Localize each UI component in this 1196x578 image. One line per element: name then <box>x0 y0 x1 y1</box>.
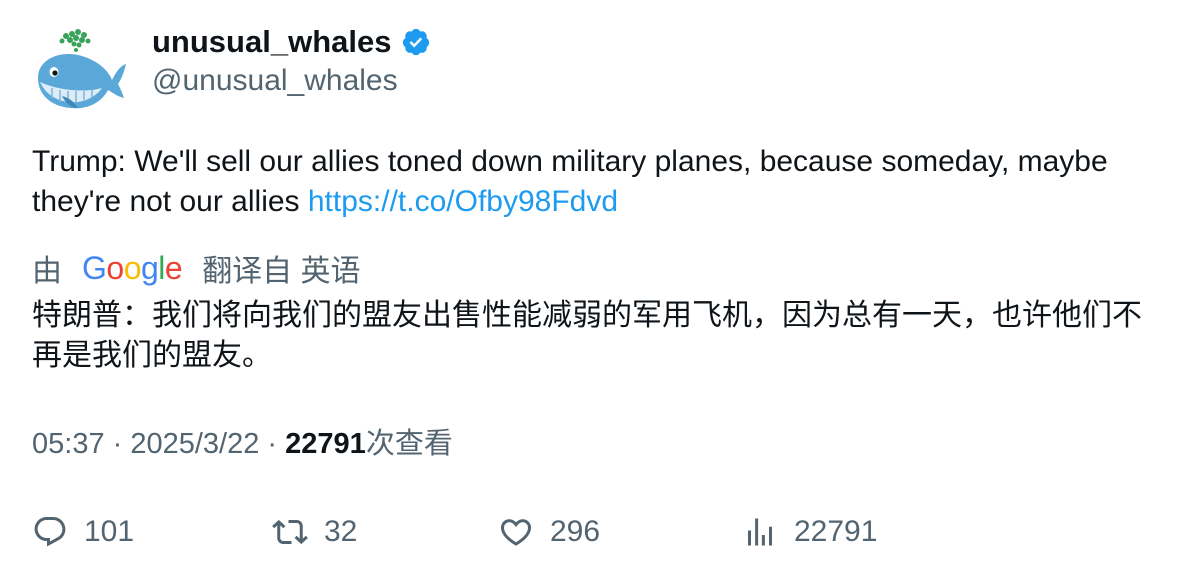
analytics-icon <box>748 518 772 546</box>
translated-text: 特朗普：我们将向我们的盟友出售性能减弱的军用飞机，因为总有一天，也许他们不再是我… <box>32 299 1142 372</box>
author-name-row[interactable]: unusual_whales <box>152 22 431 62</box>
reply-count: 101 <box>84 515 135 548</box>
meta-separator: · <box>259 428 286 460</box>
whale-avatar-icon[interactable] <box>32 26 128 114</box>
author-display-name[interactable]: unusual_whales <box>152 22 391 62</box>
translation-suffix: 翻译自 英语 <box>202 255 361 288</box>
views-label: 次查看 <box>365 428 453 460</box>
views-action-count: 22791 <box>794 515 878 548</box>
google-logo[interactable]: Google <box>82 250 183 287</box>
tweet-date[interactable]: 2025/3/22 <box>130 428 259 460</box>
tweet-time[interactable]: 05:37 <box>32 428 105 460</box>
reply-button[interactable]: 101 <box>32 510 134 554</box>
views-count: 22791 <box>285 428 366 460</box>
tweet-card: unusual_whales @unusual_whales Trump: We… <box>0 0 1196 578</box>
meta-separator: · <box>104 428 131 460</box>
like-count: 296 <box>550 515 601 548</box>
retweet-icon <box>272 519 308 545</box>
translation-attribution: 由 Google 翻译自 英语 <box>32 246 361 290</box>
retweet-button[interactable]: 32 <box>272 510 357 554</box>
tweet-text: Trump: We'll sell our allies toned down … <box>32 142 1162 222</box>
tweet-link[interactable]: https://t.co/Ofby98Fdvd <box>308 185 618 218</box>
tweet-meta: 05:37 · 2025/3/22 · 22791次查看 <box>32 424 453 464</box>
heart-icon <box>500 519 532 546</box>
views-button[interactable]: 22791 <box>742 510 877 554</box>
author-handle[interactable]: @unusual_whales <box>152 62 398 100</box>
like-button[interactable]: 296 <box>498 510 600 554</box>
reply-icon <box>34 517 66 547</box>
retweet-count: 32 <box>324 515 358 548</box>
action-bar: 101 32 296 22791 <box>32 510 1162 554</box>
translation-prefix: 由 <box>32 255 62 288</box>
verified-badge-icon <box>403 28 430 56</box>
